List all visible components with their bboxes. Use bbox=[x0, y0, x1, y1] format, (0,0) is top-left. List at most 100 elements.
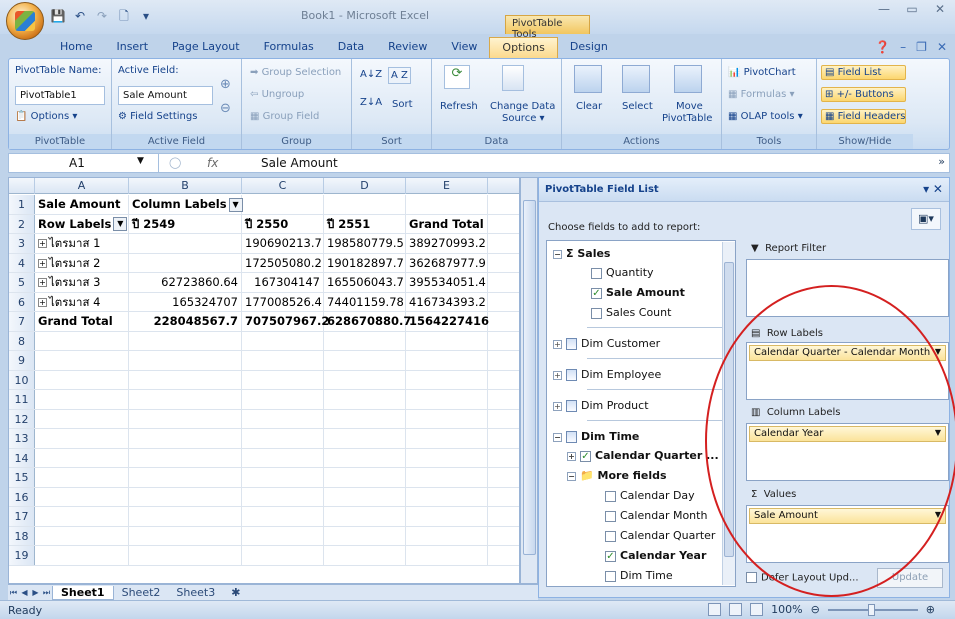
expand-icon[interactable]: + bbox=[567, 451, 576, 461]
column-field-chip[interactable]: Calendar Year ▼ bbox=[749, 426, 946, 442]
column-header-a[interactable]: A bbox=[35, 178, 129, 194]
tab-view[interactable]: View bbox=[439, 37, 489, 59]
cell[interactable] bbox=[406, 546, 488, 565]
cell[interactable] bbox=[324, 351, 406, 370]
cell[interactable]: 416734393.2 bbox=[406, 292, 488, 311]
cell[interactable] bbox=[242, 468, 324, 487]
cell[interactable]: 389270993.2 bbox=[406, 234, 488, 253]
cell[interactable] bbox=[488, 488, 519, 507]
row-header[interactable]: 7 bbox=[9, 312, 35, 331]
cell[interactable] bbox=[324, 468, 406, 487]
cell[interactable] bbox=[129, 331, 242, 350]
row-header[interactable]: 5 bbox=[9, 273, 35, 292]
cell[interactable] bbox=[35, 331, 129, 350]
cell[interactable] bbox=[324, 448, 406, 467]
pane-layout-button[interactable]: ▣▾ bbox=[911, 208, 941, 230]
cell[interactable] bbox=[35, 507, 129, 526]
cell[interactable] bbox=[129, 448, 242, 467]
cell[interactable] bbox=[488, 468, 519, 487]
cell[interactable] bbox=[35, 351, 129, 370]
cell[interactable] bbox=[35, 448, 129, 467]
expand-icon[interactable]: + bbox=[553, 339, 562, 349]
cell[interactable] bbox=[488, 234, 519, 253]
cell[interactable] bbox=[488, 215, 519, 234]
field-calendar-day[interactable]: Calendar Day bbox=[605, 489, 695, 502]
field-calendar-quarter[interactable]: Calendar Quarter bbox=[605, 529, 715, 542]
row-header[interactable]: 19 bbox=[9, 546, 35, 565]
cell[interactable] bbox=[242, 546, 324, 565]
cell[interactable] bbox=[324, 546, 406, 565]
cell[interactable]: 362687977.9 bbox=[406, 253, 488, 272]
cell[interactable] bbox=[406, 390, 488, 409]
field-group-dim-product[interactable]: + Dim Product bbox=[553, 399, 649, 412]
sort-asc-icon[interactable]: A↓Z bbox=[360, 69, 382, 80]
sort-button[interactable]: Sort bbox=[392, 99, 413, 110]
cell[interactable] bbox=[242, 429, 324, 448]
filter-dropdown-icon[interactable]: ▼ bbox=[113, 217, 128, 231]
buttons-toggle[interactable]: ⊞ +/- Buttons bbox=[821, 87, 906, 102]
cell[interactable] bbox=[35, 429, 129, 448]
cell[interactable]: Column Labels ▼ bbox=[129, 195, 243, 214]
cell[interactable] bbox=[129, 468, 242, 487]
cell[interactable]: Sale Amount bbox=[35, 195, 129, 214]
maximize-icon[interactable]: ▭ bbox=[903, 2, 921, 16]
cell[interactable] bbox=[242, 370, 324, 389]
cell[interactable] bbox=[488, 351, 519, 370]
cell[interactable] bbox=[324, 526, 406, 545]
cell[interactable] bbox=[488, 254, 519, 273]
checkbox-icon[interactable] bbox=[605, 510, 616, 522]
checkbox-checked-icon[interactable]: ✓ bbox=[591, 287, 602, 299]
sheet-vertical-scrollbar[interactable] bbox=[520, 177, 538, 584]
cell[interactable] bbox=[129, 409, 242, 428]
row-header[interactable]: 10 bbox=[9, 370, 35, 389]
normal-view-icon[interactable] bbox=[708, 603, 722, 616]
tab-insert[interactable]: Insert bbox=[104, 37, 160, 59]
expand-icon[interactable]: + bbox=[38, 239, 47, 248]
column-header-c[interactable]: C bbox=[242, 178, 324, 194]
collapse-icon[interactable]: − bbox=[553, 432, 562, 442]
formula-cancel-icon[interactable]: ◯ bbox=[169, 156, 181, 169]
row-header[interactable]: 16 bbox=[9, 487, 35, 506]
cell[interactable] bbox=[488, 371, 519, 390]
cell[interactable]: 172505080.2 bbox=[242, 253, 324, 272]
cell[interactable] bbox=[406, 429, 488, 448]
save-icon[interactable]: 💾 bbox=[50, 8, 66, 24]
field-calendar-year[interactable]: ✓ Calendar Year bbox=[605, 549, 706, 562]
row-header[interactable]: 8 bbox=[9, 331, 35, 350]
active-field-input[interactable]: Sale Amount bbox=[118, 86, 213, 105]
cell[interactable] bbox=[406, 507, 488, 526]
cell[interactable]: 165324707 bbox=[129, 292, 242, 311]
cell[interactable] bbox=[242, 507, 324, 526]
collapse-field-icon[interactable]: ⊖ bbox=[220, 101, 231, 116]
change-data-source-button[interactable]: Change Data bbox=[490, 101, 555, 112]
ungroup-button[interactable]: ⇦ Ungroup bbox=[250, 89, 304, 100]
cell[interactable] bbox=[488, 429, 519, 448]
pane-menu-close-icon[interactable]: ▾ ✕ bbox=[923, 182, 943, 196]
cell[interactable] bbox=[324, 390, 406, 409]
collapse-icon[interactable]: − bbox=[553, 249, 562, 259]
first-sheet-icon[interactable]: ⏮ bbox=[8, 588, 19, 598]
zoom-knob[interactable] bbox=[867, 603, 875, 616]
group-selection-button[interactable]: ➡ Group Selection bbox=[250, 67, 341, 78]
cell[interactable]: 628670880.7 bbox=[324, 312, 411, 331]
cell[interactable] bbox=[129, 487, 242, 506]
next-sheet-icon[interactable]: ▶ bbox=[30, 588, 41, 597]
cell[interactable] bbox=[242, 487, 324, 506]
cell[interactable] bbox=[242, 526, 324, 545]
name-box[interactable]: A1 ▼ bbox=[9, 154, 159, 172]
insert-sheet-icon[interactable]: ✱ bbox=[223, 586, 248, 599]
cell[interactable]: ปี 2549 bbox=[129, 214, 242, 233]
cell[interactable]: + ไตรมาส 4 bbox=[35, 292, 129, 311]
fx-icon[interactable]: fx bbox=[207, 156, 218, 170]
cell[interactable]: Grand Total bbox=[406, 214, 488, 233]
cell[interactable]: 1564227416 bbox=[406, 312, 489, 331]
checkbox-checked-icon[interactable]: ✓ bbox=[605, 550, 616, 562]
field-calendar-month[interactable]: Calendar Month bbox=[605, 509, 707, 522]
field-sale-amount[interactable]: ✓ Sale Amount bbox=[591, 286, 685, 299]
column-header-b[interactable]: B bbox=[129, 178, 242, 194]
row-header[interactable]: 1 bbox=[9, 195, 35, 214]
expand-icon[interactable]: + bbox=[38, 258, 47, 268]
cell[interactable]: 165506043.7 bbox=[324, 273, 406, 292]
pivottable-options-button[interactable]: 📋 Options ▾ bbox=[15, 111, 77, 122]
column-header-f[interactable] bbox=[488, 178, 519, 194]
